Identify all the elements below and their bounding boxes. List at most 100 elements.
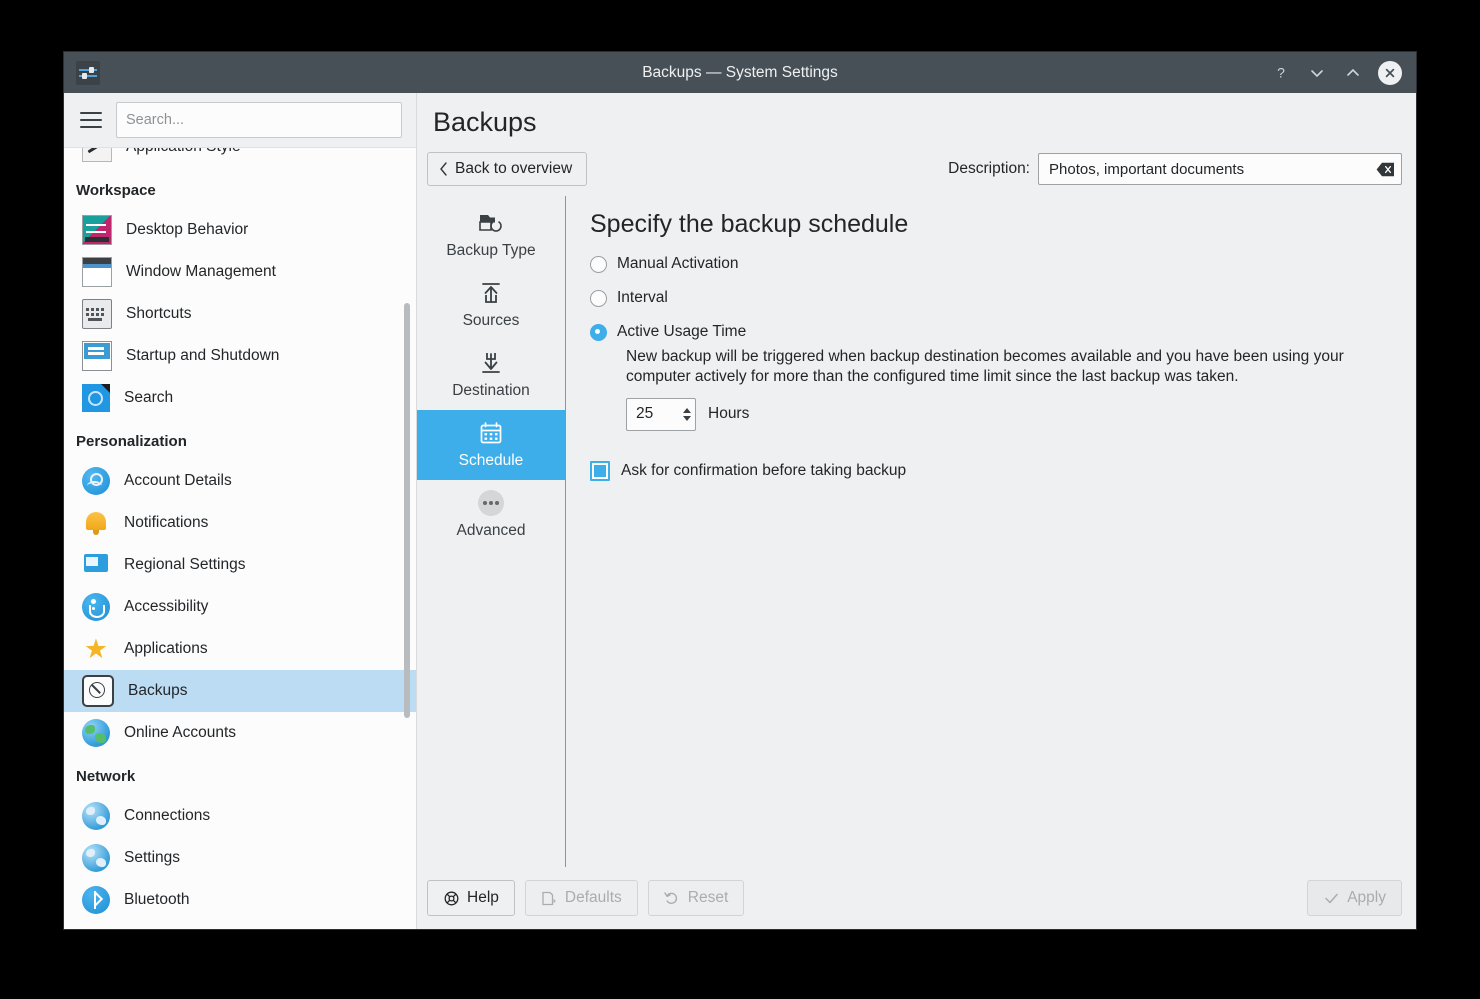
- sidebar-item-regional-settings[interactable]: Regional Settings: [64, 544, 416, 586]
- sidebar-item-online-accounts[interactable]: Online Accounts: [64, 712, 416, 754]
- schedule-settings-pane: Specify the backup schedule Manual Activ…: [566, 196, 1416, 867]
- back-button-label: Back to overview: [455, 160, 572, 178]
- radio-label: Interval: [617, 289, 668, 307]
- sidebar-item-label: Account Details: [124, 472, 232, 490]
- checkbox-ask-confirmation[interactable]: Ask for confirmation before taking backu…: [590, 461, 1396, 481]
- system-settings-window: Backups — System Settings ?: [64, 52, 1416, 929]
- hamburger-icon[interactable]: [80, 112, 102, 128]
- reset-button[interactable]: Reset: [648, 880, 745, 916]
- window-titlebar: Backups — System Settings ?: [64, 52, 1416, 93]
- description-field[interactable]: [1038, 153, 1402, 185]
- radio-indicator: [590, 256, 607, 273]
- sidebar-item-label: Regional Settings: [124, 556, 246, 574]
- sidebar-item-label: Accessibility: [124, 598, 208, 616]
- search-document-icon: [82, 384, 110, 412]
- stepper-up-icon[interactable]: [683, 408, 691, 413]
- minimize-button[interactable]: [1306, 62, 1328, 84]
- sidebar-scrollbar-thumb[interactable]: [404, 303, 410, 718]
- tab-advanced[interactable]: Advanced: [417, 480, 565, 550]
- sidebar-item-accessibility[interactable]: Accessibility: [64, 586, 416, 628]
- search-input[interactable]: [116, 102, 402, 138]
- tab-destination[interactable]: Destination: [417, 340, 565, 410]
- radio-label: Active Usage Time: [617, 323, 746, 341]
- radio-manual-activation[interactable]: Manual Activation: [590, 255, 1396, 273]
- radio-label: Manual Activation: [617, 255, 739, 273]
- hours-stepper[interactable]: [626, 398, 696, 431]
- sidebar-item-connections[interactable]: Connections: [64, 795, 416, 837]
- help-lifering-icon: [443, 890, 459, 906]
- settings-sliders-icon: [76, 61, 100, 85]
- sidebar-item-notifications[interactable]: Notifications: [64, 502, 416, 544]
- clear-text-icon[interactable]: [1376, 162, 1395, 177]
- sidebar-search-row: [64, 93, 416, 148]
- hours-row: Hours: [626, 398, 1396, 431]
- description-input[interactable]: [1047, 160, 1376, 179]
- sidebar-item-window-management[interactable]: Window Management: [64, 251, 416, 293]
- apply-button[interactable]: Apply: [1307, 880, 1402, 916]
- sidebar-item-label: Backups: [128, 682, 187, 700]
- pane-title: Specify the backup schedule: [590, 210, 1396, 239]
- check-icon: [1323, 890, 1339, 906]
- hours-label: Hours: [708, 405, 749, 423]
- stepper-down-icon[interactable]: [683, 416, 691, 421]
- sidebar-item-applications[interactable]: ★ Applications: [64, 628, 416, 670]
- hours-input[interactable]: [634, 404, 683, 424]
- sidebar-item-application-style[interactable]: Application Style: [64, 148, 416, 168]
- tab-label: Backup Type: [446, 242, 535, 260]
- maximize-button[interactable]: [1342, 62, 1364, 84]
- undo-arrow-icon: [664, 890, 680, 906]
- checkbox-indicator: [590, 461, 610, 481]
- description-wrapper: Description:: [948, 153, 1402, 185]
- main-header-row: Back to overview Description:: [417, 146, 1416, 196]
- sidebar-item-shortcuts[interactable]: Shortcuts: [64, 293, 416, 335]
- desktop-behavior-icon: [82, 215, 112, 245]
- accessibility-icon: [82, 593, 110, 621]
- defaults-button[interactable]: Defaults: [525, 880, 638, 916]
- radio-active-usage-time[interactable]: Active Usage Time: [590, 323, 1396, 341]
- radio-indicator: [590, 290, 607, 307]
- bell-icon: [82, 509, 110, 537]
- sidebar-item-search[interactable]: Search: [64, 377, 416, 419]
- sidebar-item-backups[interactable]: Backups: [64, 670, 416, 712]
- tab-label: Advanced: [457, 522, 526, 540]
- bluetooth-icon: [82, 886, 110, 914]
- sidebar-item-settings[interactable]: Settings: [64, 837, 416, 879]
- sidebar-item-label: Applications: [124, 640, 208, 658]
- footer-button-bar: Help Defaults: [417, 867, 1416, 929]
- window-body: Application Style Workspace Desktop Beha…: [64, 93, 1416, 929]
- help-button[interactable]: ?: [1270, 62, 1292, 84]
- defaults-page-icon: [541, 890, 557, 906]
- sidebar-scrollbar[interactable]: [404, 148, 410, 929]
- apply-button-label: Apply: [1347, 889, 1386, 907]
- sidebar-item-label: Online Accounts: [124, 724, 236, 742]
- stepper-arrows[interactable]: [683, 408, 691, 421]
- sidebar: Application Style Workspace Desktop Beha…: [64, 93, 417, 929]
- sidebar-item-label: Window Management: [126, 263, 276, 281]
- svg-text:?: ?: [1277, 65, 1285, 81]
- sidebar-item-label: Connections: [124, 807, 210, 825]
- window-title: Backups — System Settings: [64, 64, 1416, 82]
- window-icon: [82, 257, 112, 287]
- sidebar-item-account-details[interactable]: Account Details: [64, 460, 416, 502]
- sidebar-group-network: Network: [64, 754, 416, 795]
- tab-schedule[interactable]: Schedule: [417, 410, 565, 480]
- sidebar-item-label: Application Style: [126, 148, 241, 156]
- sidebar-item-bluetooth[interactable]: Bluetooth: [64, 879, 416, 921]
- sidebar-item-label: Notifications: [124, 514, 208, 532]
- active-usage-description: New backup will be triggered when backup…: [626, 347, 1396, 388]
- tab-sources[interactable]: Sources: [417, 270, 565, 340]
- main-pane: Backups Back to overview Description:: [417, 93, 1416, 929]
- back-to-overview-button[interactable]: Back to overview: [427, 152, 587, 186]
- folder-versioned-icon: [478, 210, 504, 236]
- keyboard-icon: [82, 299, 112, 329]
- sidebar-item-desktop-behavior[interactable]: Desktop Behavior: [64, 209, 416, 251]
- upload-icon: [478, 280, 504, 306]
- tab-backup-type[interactable]: Backup Type: [417, 200, 565, 270]
- radio-interval[interactable]: Interval: [590, 289, 1396, 307]
- help-button-footer[interactable]: Help: [427, 880, 515, 916]
- defaults-button-label: Defaults: [565, 889, 622, 907]
- sidebar-item-startup-and-shutdown[interactable]: Startup and Shutdown: [64, 335, 416, 377]
- help-button-label: Help: [467, 889, 499, 907]
- sidebar-item-label: Startup and Shutdown: [126, 347, 279, 365]
- close-button[interactable]: [1378, 61, 1402, 85]
